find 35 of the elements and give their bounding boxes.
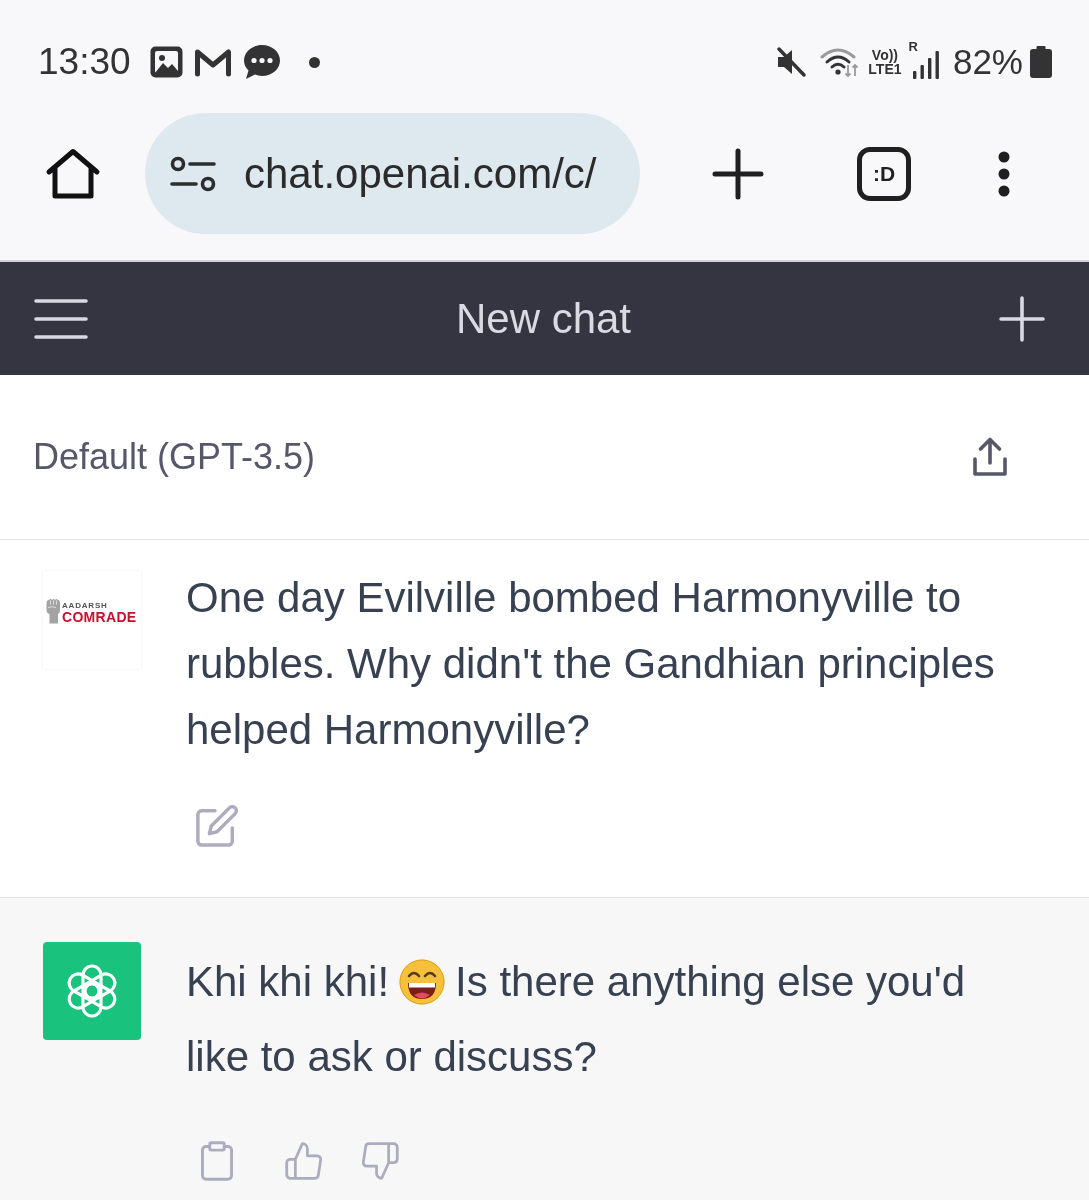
thumbs-up-icon[interactable] bbox=[285, 1142, 323, 1180]
battery-icon bbox=[1030, 46, 1052, 78]
site-settings-icon[interactable] bbox=[170, 155, 216, 192]
logo-text: COMRADE bbox=[62, 610, 137, 624]
image-icon bbox=[149, 46, 183, 78]
chat-title: New chat bbox=[455, 294, 632, 343]
more-options-icon[interactable] bbox=[998, 150, 1010, 197]
logo-text: AADARSH bbox=[62, 601, 109, 610]
home-icon[interactable] bbox=[45, 147, 101, 200]
message-text: Is there anything else you'd bbox=[455, 957, 966, 1007]
clock-time: 13:30 bbox=[38, 41, 131, 83]
chat-bubble-icon bbox=[242, 44, 281, 80]
address-bar[interactable]: chat.openai.com/c/ bbox=[145, 113, 640, 234]
notification-dot-icon bbox=[308, 56, 320, 68]
grinning-face-icon bbox=[399, 959, 446, 1005]
message-text: Khi khi khi! bbox=[186, 957, 390, 1007]
knot-logo-icon bbox=[43, 942, 141, 1040]
wifi-icon bbox=[820, 46, 861, 78]
signal-icon bbox=[912, 51, 939, 79]
m-logo-icon bbox=[193, 47, 232, 77]
menu-icon[interactable] bbox=[34, 297, 88, 340]
message-text: One day Evilville bombed Harmonyville to rubbles. Why didn't the Gandhian principles helped Harmonyville? bbox=[186, 573, 996, 755]
raised-fist-icon bbox=[45, 596, 61, 624]
tab-switcher-button[interactable]: :D bbox=[857, 146, 911, 201]
mute-icon bbox=[775, 46, 808, 78]
battery-percentage: 82% bbox=[952, 42, 1023, 82]
volte-label: Vo)) bbox=[871, 48, 899, 62]
share-icon[interactable] bbox=[972, 436, 1008, 478]
plus-icon[interactable] bbox=[712, 147, 764, 200]
clipboard-icon[interactable] bbox=[200, 1141, 234, 1181]
message-text: like to ask or discuss? bbox=[186, 1032, 597, 1082]
thumbs-down-icon[interactable] bbox=[361, 1142, 399, 1180]
network-type-label: LTE1 bbox=[868, 62, 902, 76]
roaming-label: R bbox=[908, 40, 918, 54]
model-name: Default (GPT-3.5) bbox=[33, 436, 316, 478]
